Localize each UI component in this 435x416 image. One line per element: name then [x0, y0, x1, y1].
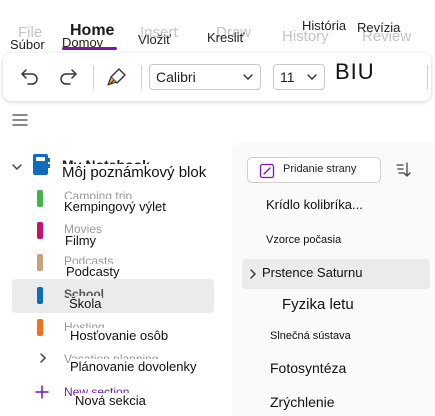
section-group-label: Plánovanie dovolenky: [70, 359, 197, 374]
redo-button[interactable]: [55, 65, 81, 89]
page-item[interactable]: Fyzika letu: [282, 296, 354, 313]
sort-pages-button[interactable]: [394, 159, 414, 181]
format-painter-button[interactable]: [103, 64, 131, 90]
page-item[interactable]: Fotosyntéza: [270, 360, 346, 376]
redo-icon: [60, 69, 77, 85]
font-name-dropdown[interactable]: Calibri: [149, 64, 261, 90]
page-item[interactable]: Slnečná sústava: [270, 330, 351, 342]
ribbon-divider: [141, 65, 142, 89]
page-item[interactable]: Zrýchlenie: [270, 394, 335, 410]
plus-icon: [35, 385, 49, 399]
tab-history[interactable]: História: [302, 18, 346, 33]
section-label: Hosťovanie osôb: [70, 328, 169, 343]
navigation-toggle-button[interactable]: [12, 113, 28, 132]
notebook-title: Môj poznámkový blok: [62, 164, 209, 181]
section-color-tab: [37, 319, 43, 336]
font-size-value: 11: [280, 69, 295, 85]
chevron-right-icon: [40, 353, 47, 363]
undo-icon: [21, 69, 38, 85]
ribbon-divider: [427, 65, 428, 89]
tab-draw[interactable]: Kresliť: [207, 30, 244, 45]
tab-insert[interactable]: Vložiť: [138, 32, 171, 47]
add-page-label: Pridanie strany: [283, 163, 357, 175]
page-item-selected[interactable]: Prstence Saturnu: [262, 265, 362, 280]
new-page-icon: [259, 163, 275, 179]
hamburger-menu-icon: [12, 114, 28, 126]
sort-icon: [396, 162, 411, 177]
section-color-tab: [37, 190, 43, 207]
format-painter-icon: [107, 68, 126, 86]
undo-button[interactable]: [17, 65, 43, 89]
section-label: Filmy: [65, 233, 97, 248]
font-name-value: Calibri: [156, 69, 196, 85]
ribbon-divider: [93, 65, 94, 89]
active-tab-indicator: [62, 47, 117, 50]
chevron-down-icon: [12, 164, 22, 171]
tab-review[interactable]: Revízia: [357, 20, 400, 35]
add-page-button[interactable]: Pridanie strany: [247, 157, 381, 183]
bold-italic-underline-buttons[interactable]: BIU: [335, 59, 375, 85]
ribbon-toolbar: Calibri 11 BIU: [3, 53, 431, 101]
chevron-right-icon: [250, 269, 256, 279]
chevron-down-icon: [243, 74, 253, 80]
font-size-dropdown[interactable]: 11: [273, 64, 325, 90]
section-label: Podcasty: [66, 264, 120, 279]
section-label: Škola: [69, 296, 102, 311]
notebook-icon: [33, 154, 50, 175]
tab-file[interactable]: Súbor: [10, 37, 45, 52]
page-item[interactable]: Vzorce počasia: [266, 234, 341, 246]
page-item[interactable]: Krídlo kolibríka...: [266, 197, 363, 212]
chevron-down-icon: [307, 74, 317, 80]
section-color-tab: [37, 222, 43, 239]
section-color-tab: [37, 287, 43, 304]
new-section-label: Nová sekcia: [75, 393, 146, 408]
section-label: Kempingový výlet: [64, 199, 166, 214]
section-color-tab: [37, 254, 43, 271]
